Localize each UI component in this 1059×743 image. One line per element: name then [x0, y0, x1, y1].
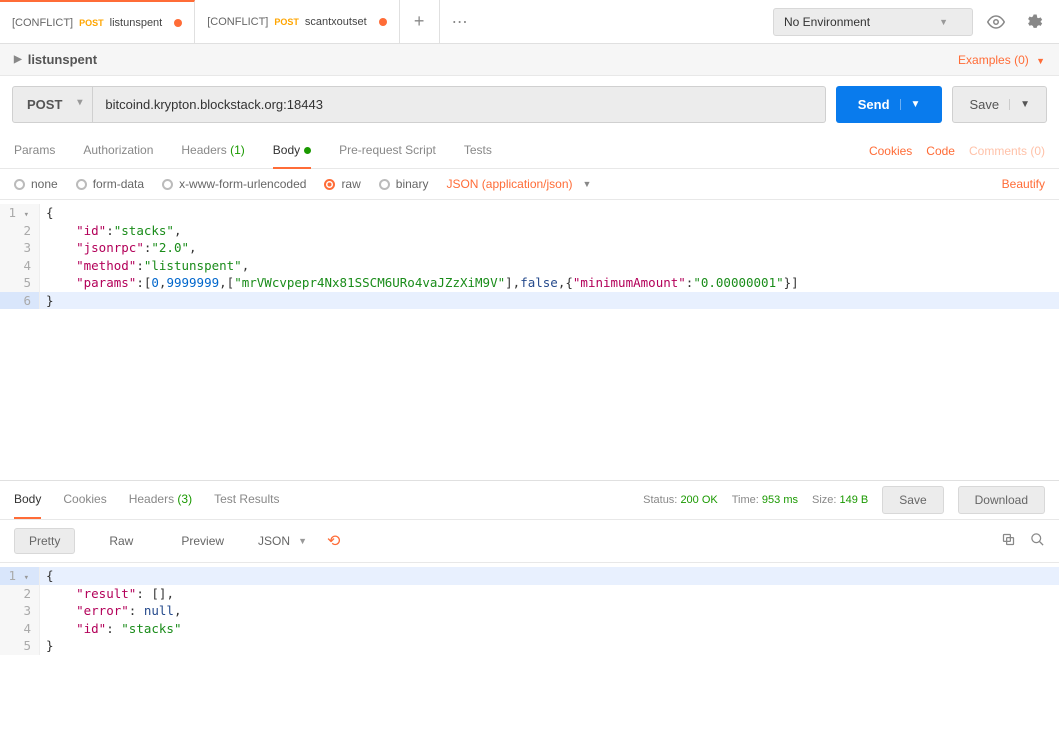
environment-select[interactable]: No Environment ▼ — [773, 8, 973, 36]
beautify-button[interactable]: Beautify — [1002, 177, 1045, 191]
tab-title: listunspent — [110, 17, 163, 29]
response-tabs-row: Body Cookies Headers (3) Test Results St… — [0, 480, 1059, 520]
tab-headers[interactable]: Headers (1) — [181, 133, 244, 169]
resp-tab-cookies[interactable]: Cookies — [63, 481, 106, 519]
tab-prescript[interactable]: Pre-request Script — [339, 133, 436, 169]
view-pretty[interactable]: Pretty — [14, 528, 75, 554]
request-body-editor[interactable]: 1 ▾{ 2 "id":"stacks", 3 "jsonrpc":"2.0",… — [0, 200, 1059, 480]
format-select[interactable]: JSON ▼ — [258, 534, 307, 548]
cookies-link[interactable]: Cookies — [869, 144, 912, 158]
top-bar: [CONFLICT] POST listunspent [CONFLICT] P… — [0, 0, 1059, 44]
breadcrumb[interactable]: ▶ listunspent — [14, 52, 97, 67]
tabs-area: [CONFLICT] POST listunspent [CONFLICT] P… — [0, 0, 763, 43]
code-link[interactable]: Code — [926, 144, 955, 158]
download-response-button[interactable]: Download — [958, 486, 1045, 514]
eye-icon[interactable] — [981, 7, 1011, 37]
chevron-down-icon: ▼ — [298, 536, 307, 546]
chevron-down-icon: ▼ — [583, 179, 592, 189]
new-tab-button[interactable]: + — [400, 0, 440, 43]
body-type-urlencoded[interactable]: x-www-form-urlencoded — [162, 177, 306, 191]
response-view-row: Pretty Raw Preview JSON ▼ ⟲ — [0, 520, 1059, 563]
body-type-form-data[interactable]: form-data — [76, 177, 144, 191]
indicator-dot-icon — [304, 147, 311, 154]
body-type-binary[interactable]: binary — [379, 177, 429, 191]
comments-link[interactable]: Comments (0) — [969, 144, 1045, 158]
environment-area: No Environment ▼ — [763, 7, 1059, 37]
breadcrumb-row: ▶ listunspent Examples (0) ▼ — [0, 44, 1059, 76]
tab-body[interactable]: Body — [273, 133, 311, 169]
tab-prefix: [CONFLICT] — [12, 17, 73, 29]
resp-tab-headers[interactable]: Headers (3) — [129, 481, 192, 519]
http-method-select[interactable]: POST — [12, 86, 93, 123]
tab-overflow-button[interactable]: ⋯ — [440, 0, 480, 43]
response-meta: Status: 200 OK Time: 953 ms Size: 149 B … — [643, 486, 1045, 514]
resp-tab-body[interactable]: Body — [14, 481, 41, 519]
url-input[interactable] — [93, 86, 825, 123]
chevron-down-icon: ▼ — [1036, 56, 1045, 66]
caret-right-icon: ▶ — [14, 54, 22, 65]
chevron-down-icon[interactable]: ▼ — [900, 99, 921, 110]
save-button[interactable]: Save ▼ — [952, 86, 1047, 123]
save-response-button[interactable]: Save — [882, 486, 943, 514]
search-icon[interactable] — [1030, 532, 1045, 550]
gear-icon[interactable] — [1019, 7, 1049, 37]
request-name: listunspent — [28, 52, 97, 67]
tab-prefix: [CONFLICT] — [207, 16, 268, 28]
body-options-row: none form-data x-www-form-urlencoded raw… — [0, 169, 1059, 200]
view-preview[interactable]: Preview — [167, 529, 238, 553]
environment-label: No Environment — [784, 15, 870, 29]
tab-method-badge: POST — [79, 18, 104, 28]
tab-tests[interactable]: Tests — [464, 133, 492, 169]
request-row: POST Send ▼ Save ▼ — [0, 76, 1059, 133]
copy-icon[interactable] — [1001, 532, 1016, 550]
tab-scantxoutset[interactable]: [CONFLICT] POST scantxoutset — [195, 0, 399, 43]
request-tabs: Params Authorization Headers (1) Body Pr… — [14, 133, 492, 169]
chevron-down-icon[interactable]: ▼ — [1009, 99, 1030, 110]
request-tabs-row: Params Authorization Headers (1) Body Pr… — [0, 133, 1059, 169]
chevron-down-icon: ▼ — [939, 17, 948, 27]
tab-title: scantxoutset — [305, 16, 367, 28]
response-body-editor[interactable]: 1 ▾{ 2 "result": [], 3 "error": null, 4 … — [0, 563, 1059, 693]
line-wrap-icon[interactable]: ⟲ — [327, 531, 340, 551]
tab-listunspent[interactable]: [CONFLICT] POST listunspent — [0, 0, 195, 43]
unsaved-dot-icon — [379, 18, 387, 26]
body-type-none[interactable]: none — [14, 177, 58, 191]
view-raw[interactable]: Raw — [95, 529, 147, 553]
unsaved-dot-icon — [174, 19, 182, 27]
tab-authorization[interactable]: Authorization — [83, 133, 153, 169]
resp-tab-test-results[interactable]: Test Results — [214, 481, 279, 519]
send-button[interactable]: Send ▼ — [836, 86, 943, 123]
examples-dropdown[interactable]: Examples (0) ▼ — [958, 53, 1045, 67]
tab-params[interactable]: Params — [14, 133, 55, 169]
body-type-raw[interactable]: raw — [324, 177, 360, 191]
tab-method-badge: POST — [274, 17, 299, 27]
request-right-links: Cookies Code Comments (0) — [869, 144, 1045, 158]
content-type-select[interactable]: JSON (application/json) ▼ — [446, 177, 591, 191]
